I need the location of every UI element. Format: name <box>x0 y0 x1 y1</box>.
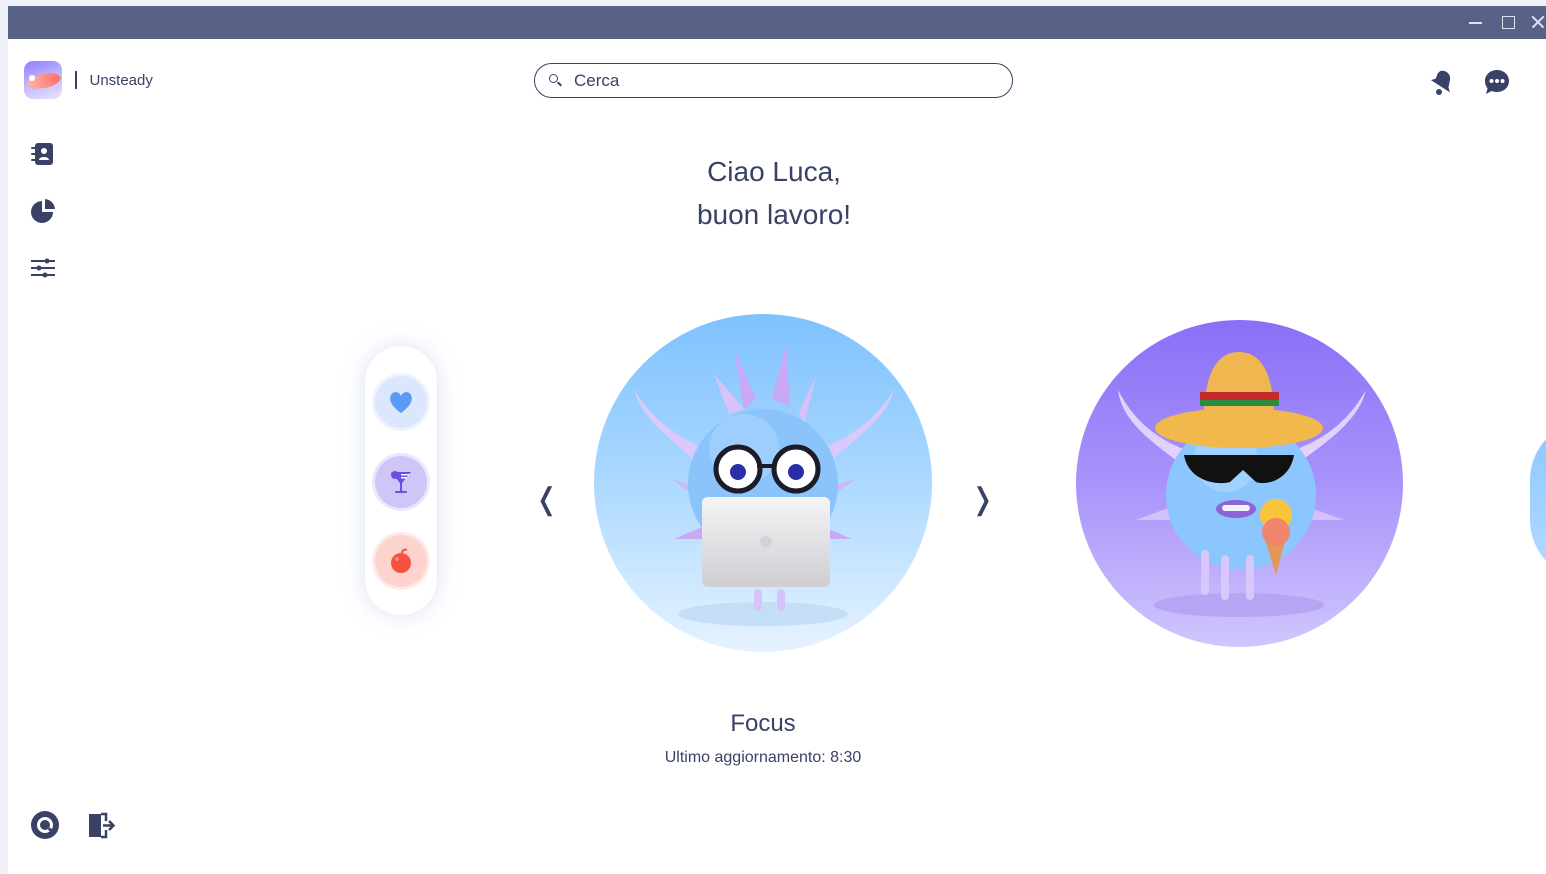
mood-title: Focus <box>730 710 796 737</box>
brand-separator <box>75 71 77 89</box>
carousel-next-button[interactable]: ❭ <box>970 480 995 520</box>
last-update-text: Ultimo aggiornamento: 8:30 <box>664 749 862 766</box>
drink-icon <box>391 471 411 493</box>
mood-bomb-button[interactable] <box>375 535 427 587</box>
app-logo <box>24 61 62 99</box>
brand: Unsteady <box>24 61 153 99</box>
sliders-icon[interactable] <box>28 253 58 283</box>
greeting-line-2: buon lavoro! <box>696 199 852 230</box>
pie-chart-icon[interactable] <box>28 196 58 226</box>
heart-icon <box>390 392 412 413</box>
maximize-icon[interactable] <box>1496 11 1520 33</box>
focus-avatar[interactable] <box>594 314 932 652</box>
brand-name: Unsteady <box>89 71 153 89</box>
mood-heart-button[interactable] <box>375 376 427 428</box>
bomb-icon <box>391 548 411 573</box>
contacts-icon[interactable] <box>28 139 58 169</box>
greeting: Ciao Luca, buon lavoro! <box>574 150 974 236</box>
close-icon[interactable] <box>1526 11 1546 33</box>
greeting-line-1: Ciao Luca, <box>707 156 841 187</box>
logout-icon[interactable] <box>86 809 118 841</box>
mood-drink-button[interactable] <box>375 456 427 508</box>
minimize-icon[interactable] <box>1463 11 1487 33</box>
mood-selector <box>365 346 437 615</box>
search-input[interactable] <box>574 70 974 91</box>
relax-monster-illustration <box>1118 352 1366 617</box>
focus-monster-illustration <box>634 344 894 626</box>
title-bar <box>8 6 1546 39</box>
chat-icon[interactable] <box>1482 67 1512 97</box>
carousel-prev-button[interactable]: ❬ <box>534 480 559 520</box>
help-icon[interactable] <box>29 809 61 841</box>
relax-avatar[interactable] <box>1076 320 1403 647</box>
notifications-bell-icon[interactable] <box>1427 67 1457 97</box>
search-box[interactable] <box>534 63 1013 98</box>
search-icon <box>549 74 562 87</box>
